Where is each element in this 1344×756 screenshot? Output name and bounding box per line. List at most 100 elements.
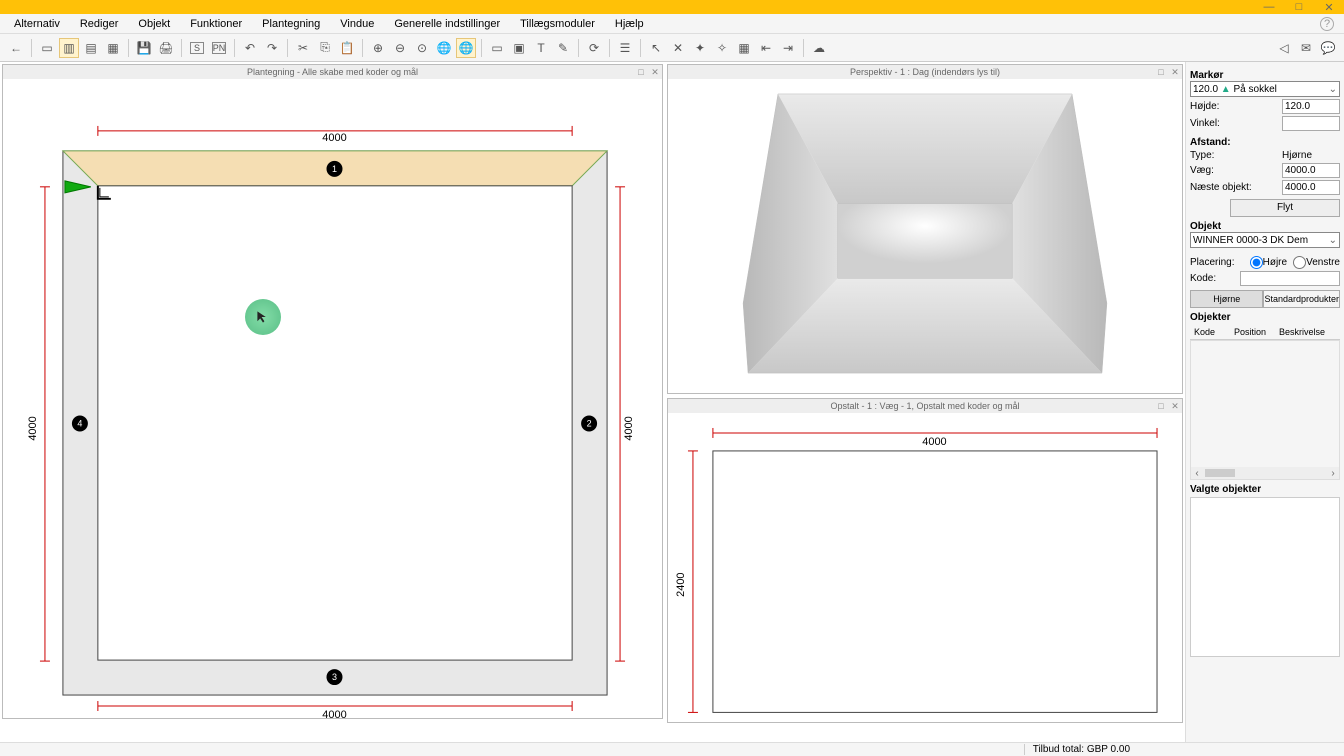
valgte-objekter-box[interactable] (1190, 497, 1340, 657)
layout-3-icon[interactable]: ▤ (81, 38, 101, 58)
perspective-title: Perspektiv - 1 : Dag (indendørs lys til)… (668, 65, 1182, 79)
svg-text:4000: 4000 (322, 709, 346, 718)
menu-funktioner[interactable]: Funktioner (180, 16, 252, 32)
print-icon[interactable]: 🖨 (156, 38, 176, 58)
render-icon[interactable]: ☁ (809, 38, 829, 58)
undo-icon[interactable]: ↶ (240, 38, 260, 58)
help-icon[interactable]: ? (1320, 17, 1334, 31)
text-icon[interactable]: T (531, 38, 551, 58)
elev-close-icon[interactable]: ✕ (1170, 399, 1180, 413)
minimize-button[interactable]: — (1254, 1, 1284, 14)
menu-objekt[interactable]: Objekt (128, 16, 180, 32)
snap3-icon[interactable]: ✧ (712, 38, 732, 58)
elevation-canvas[interactable]: 4000 2400 (668, 413, 1182, 722)
menu-tillaeg[interactable]: Tillægsmoduler (510, 16, 605, 32)
svg-text:2400: 2400 (675, 572, 687, 596)
vinkel-input[interactable] (1282, 116, 1340, 131)
chat-icon[interactable]: 💬 (1318, 38, 1338, 58)
redo-icon[interactable]: ↷ (262, 38, 282, 58)
plan-close-icon[interactable]: ✕ (650, 65, 660, 79)
snap1-icon[interactable]: ✕ (668, 38, 688, 58)
save-icon[interactable]: 💾 (134, 38, 154, 58)
hojde-label: Højde: (1190, 101, 1282, 112)
globe1-icon[interactable]: 🌐 (434, 38, 454, 58)
persp-close-icon[interactable]: ✕ (1170, 65, 1180, 79)
plan-title-text: Plantegning - Alle skabe med koder og må… (247, 67, 418, 77)
pointer-icon[interactable]: ↖ (646, 38, 666, 58)
type-value: Hjørne (1282, 150, 1340, 161)
close-button[interactable]: ✕ (1314, 1, 1344, 14)
plan-max-icon[interactable]: □ (636, 65, 646, 79)
markor-label: Markør (1190, 70, 1340, 81)
chevron-down-icon: ⌄ (1329, 84, 1337, 95)
kode-input[interactable] (1240, 271, 1340, 286)
hojde-input[interactable] (1282, 99, 1340, 114)
persp-max-icon[interactable]: □ (1156, 65, 1166, 79)
zoom-in-icon[interactable]: ⊕ (368, 38, 388, 58)
scroll-left-icon[interactable]: ‹ (1191, 468, 1203, 479)
plan-canvas[interactable]: 4000 4000 4000 4000 (3, 79, 662, 718)
menu-vindue[interactable]: Vindue (330, 16, 384, 32)
elevation-title-text: Opstalt - 1 : Væg - 1, Opstalt med koder… (830, 401, 1019, 411)
vaeg-label: Væg: (1190, 165, 1282, 176)
markor-select[interactable]: 120.0 ▲ På sokkel ⌄ (1190, 81, 1340, 97)
objekt-select[interactable]: WINNER 0000-3 DK Dem ⌄ (1190, 232, 1340, 248)
tab-hjorne[interactable]: Hjørne (1190, 290, 1263, 308)
svg-text:4000: 4000 (922, 436, 946, 448)
paste-icon[interactable]: 📋 (337, 38, 357, 58)
scroll-right-icon[interactable]: › (1327, 468, 1339, 479)
layout-4-icon[interactable]: ▦ (103, 38, 123, 58)
tool-b-icon[interactable]: ▣ (509, 38, 529, 58)
back-button[interactable]: ← (6, 38, 26, 58)
snap2-icon[interactable]: ✦ (690, 38, 710, 58)
align2-icon[interactable]: ⇥ (778, 38, 798, 58)
placering-hojre-radio[interactable] (1250, 256, 1263, 269)
perspective-canvas[interactable] (668, 79, 1182, 393)
menu-rediger[interactable]: Rediger (70, 16, 129, 32)
mail-icon[interactable]: ✉ (1296, 38, 1316, 58)
tool-d-icon[interactable]: ✎ (553, 38, 573, 58)
zoom-fit-icon[interactable]: ⊙ (412, 38, 432, 58)
cut-icon[interactable]: ✂ (293, 38, 313, 58)
horizontal-scrollbar[interactable]: ‹ › (1191, 467, 1339, 479)
naeste-input[interactable] (1282, 180, 1340, 195)
tab-standard[interactable]: Standardprodukter (1263, 290, 1340, 308)
objekt-value: WINNER 0000-3 DK Dem (1193, 235, 1308, 246)
placering-label: Placering: (1190, 257, 1250, 268)
tool-a-icon[interactable]: ▭ (487, 38, 507, 58)
list-icon[interactable]: ☰ (615, 38, 635, 58)
svg-text:1: 1 (332, 164, 337, 174)
grid-icon[interactable]: ▦ (734, 38, 754, 58)
globe2-icon[interactable]: 🌐 (456, 38, 476, 58)
window-controls: — □ ✕ (1254, 1, 1344, 14)
placering-venstre-radio[interactable] (1293, 256, 1306, 269)
perspective-title-text: Perspektiv - 1 : Dag (indendørs lys til) (850, 67, 1000, 77)
menu-generelle[interactable]: Generelle indstillinger (384, 16, 510, 32)
s-button[interactable]: S (187, 38, 207, 58)
menu-plantegning[interactable]: Plantegning (252, 16, 330, 32)
refresh-icon[interactable]: ⟳ (584, 38, 604, 58)
zoom-out-icon[interactable]: ⊖ (390, 38, 410, 58)
flyt-button[interactable]: Flyt (1230, 199, 1340, 217)
pn-button[interactable]: PN (209, 38, 229, 58)
status-tilbud: Tilbud total: GBP 0.00 (1024, 744, 1138, 755)
col-kode: Kode (1190, 325, 1230, 339)
status-bar: Tilbud total: GBP 0.00 (0, 742, 1344, 756)
layout-1-icon[interactable]: ▭ (37, 38, 57, 58)
menu-bar: Alternativ Rediger Objekt Funktioner Pla… (0, 14, 1344, 34)
copy-icon[interactable]: ⎘ (315, 38, 335, 58)
align1-icon[interactable]: ⇤ (756, 38, 776, 58)
markor-sokkel-text: På sokkel (1234, 84, 1277, 95)
maximize-button[interactable]: □ (1284, 1, 1314, 14)
objekter-list[interactable]: ‹ › (1190, 340, 1340, 480)
elevation-title: Opstalt - 1 : Væg - 1, Opstalt med koder… (668, 399, 1182, 413)
elev-max-icon[interactable]: □ (1156, 399, 1166, 413)
scroll-thumb[interactable] (1205, 469, 1235, 477)
menu-alternativ[interactable]: Alternativ (4, 16, 70, 32)
menu-hjaelp[interactable]: Hjælp (605, 16, 654, 32)
flag-icon[interactable]: ◁ (1274, 38, 1294, 58)
vaeg-input[interactable] (1282, 163, 1340, 178)
type-label: Type: (1190, 150, 1282, 161)
layout-2-icon[interactable]: ▥ (59, 38, 79, 58)
kode-label: Kode: (1190, 273, 1240, 284)
